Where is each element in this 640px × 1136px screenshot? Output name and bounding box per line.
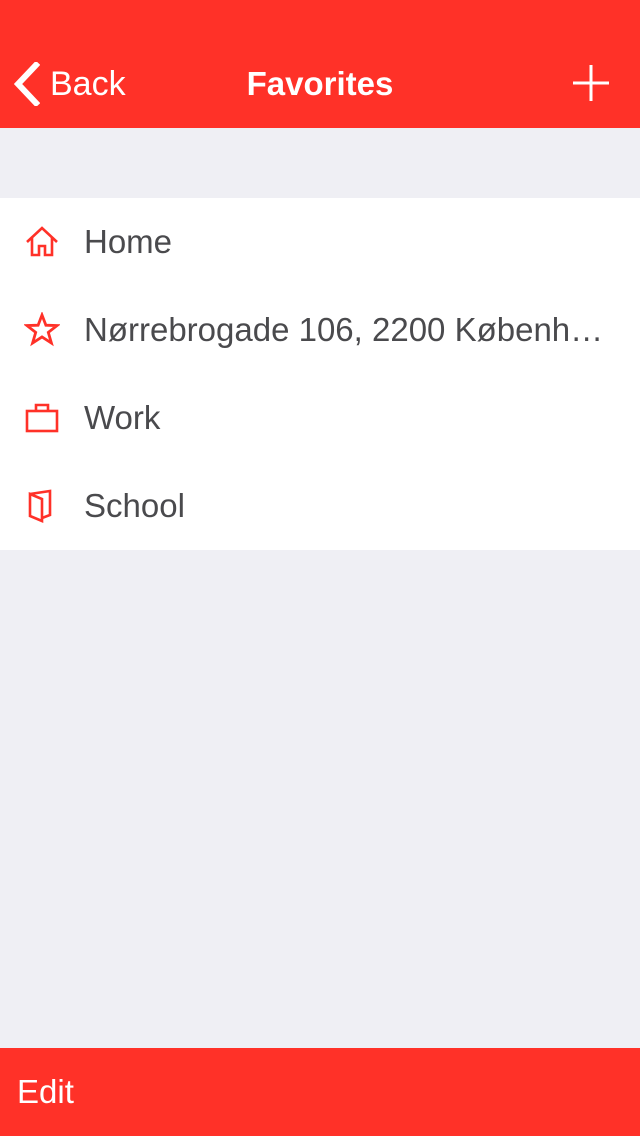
favorite-item-home[interactable]: Home	[0, 198, 640, 286]
star-icon	[24, 312, 60, 348]
edit-button[interactable]: Edit	[17, 1048, 74, 1136]
bottom-toolbar: Edit	[0, 1048, 640, 1136]
briefcase-icon	[24, 400, 60, 436]
favorite-item-address[interactable]: Nørrebrogade 106, 2200 København N	[0, 286, 640, 374]
favorite-item-work[interactable]: Work	[0, 374, 640, 462]
favorite-label: Home	[84, 223, 173, 260]
favorites-list: Home Nørrebrogade 106, 2200 København N …	[0, 198, 640, 550]
navigation-bar: Back Favorites	[0, 0, 640, 128]
favorite-label: Work	[84, 399, 161, 436]
favorite-label: Nørrebrogade 106, 2200 København N	[84, 311, 606, 348]
home-icon	[24, 224, 60, 260]
book-icon	[24, 488, 60, 524]
page-title: Favorites	[246, 65, 394, 102]
add-favorite-button[interactable]	[572, 64, 610, 102]
favorite-item-school[interactable]: School	[0, 462, 640, 550]
favorite-label: School	[84, 487, 185, 524]
plus-icon	[572, 64, 610, 102]
